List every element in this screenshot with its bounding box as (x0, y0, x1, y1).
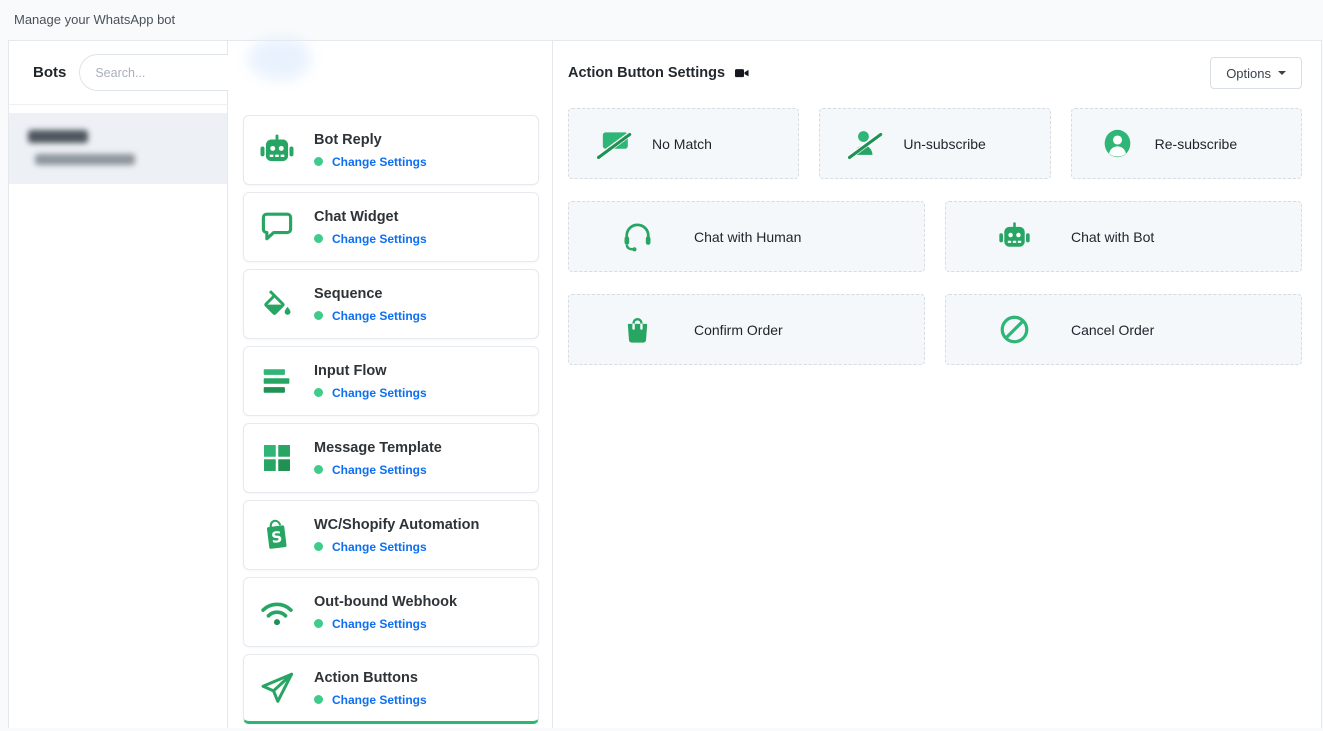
chevron-down-icon (1278, 71, 1286, 75)
list-bars-icon (258, 361, 302, 401)
status-dot-icon (314, 542, 323, 551)
action-button-grid: No Match Un-subscribe Re-subscribe Chat wit… (568, 108, 1302, 387)
bots-sidebar: Bots (8, 40, 228, 728)
svg-text:S: S (270, 528, 283, 547)
wifi-icon (258, 592, 302, 632)
change-settings-link[interactable]: Change Settings (332, 463, 427, 477)
options-button[interactable]: Options (1210, 57, 1302, 89)
status-dot-icon (314, 619, 323, 628)
status-dot-icon (314, 311, 323, 320)
action-button-label: No Match (652, 136, 712, 152)
change-settings-link[interactable]: Change Settings (332, 155, 427, 169)
action-button-label: Re-subscribe (1155, 136, 1237, 152)
change-settings-link[interactable]: Change Settings (332, 540, 427, 554)
headset-icon (620, 219, 655, 254)
feature-title: Out-bound Webhook (314, 594, 457, 610)
action-button-label: Un-subscribe (903, 136, 985, 152)
feature-card-message-template[interactable]: Message Template Change Settings (243, 423, 539, 493)
shopify-bag-icon: S (258, 515, 302, 555)
panel-title: Action Button Settings (568, 65, 725, 81)
feature-card-sequence[interactable]: Sequence Change Settings (243, 269, 539, 339)
action-button-chat-with-bot[interactable]: Chat with Bot (945, 201, 1302, 272)
page-title: Manage your WhatsApp bot (14, 0, 175, 40)
feature-card-input-flow[interactable]: Input Flow Change Settings (243, 346, 539, 416)
grid-icon (258, 438, 302, 478)
paint-bucket-icon (258, 284, 302, 324)
shopping-bag-icon (620, 312, 655, 347)
feature-title: Input Flow (314, 363, 427, 379)
sidebar-header: Bots (9, 41, 227, 105)
action-button-label: Confirm Order (694, 322, 783, 338)
bot-list-item-selected[interactable] (9, 113, 227, 184)
action-button-settings-panel: Action Button Settings Options No Match U… (553, 40, 1322, 728)
video-camera-icon[interactable] (734, 66, 750, 81)
robot-icon (997, 219, 1032, 254)
feature-card-wc-shopify-automation[interactable]: S WC/Shopify Automation Change Settings (243, 500, 539, 570)
top-header-bar: Manage your WhatsApp bot (0, 0, 1323, 40)
change-settings-link[interactable]: Change Settings (332, 309, 427, 323)
action-button-confirm-order[interactable]: Confirm Order (568, 294, 925, 365)
person-slash-icon (848, 126, 883, 161)
feature-card-action-buttons[interactable]: Action Buttons Change Settings (243, 654, 539, 724)
action-row-2: Chat with Human Chat with Bot (568, 201, 1302, 272)
feature-card-bot-reply[interactable]: Bot Reply Change Settings (243, 115, 539, 185)
feature-title: Sequence (314, 286, 427, 302)
action-row-3: Confirm Order Cancel Order (568, 294, 1302, 365)
change-settings-link[interactable]: Change Settings (332, 617, 427, 631)
feature-card-out-bound-webhook[interactable]: Out-bound Webhook Change Settings (243, 577, 539, 647)
features-column: Bot Reply Change Settings Chat Widget Chang… (228, 40, 553, 728)
action-row-1: No Match Un-subscribe Re-subscribe (568, 108, 1302, 179)
feature-title: Chat Widget (314, 209, 427, 225)
panel-header: Action Button Settings Options (553, 41, 1321, 108)
status-dot-icon (314, 388, 323, 397)
sidebar-title: Bots (33, 64, 66, 81)
feature-list: Bot Reply Change Settings Chat Widget Chang… (243, 115, 539, 731)
blurred-avatar (248, 38, 310, 80)
action-button-un-subscribe[interactable]: Un-subscribe (819, 108, 1050, 179)
options-button-label: Options (1226, 66, 1271, 81)
status-dot-icon (314, 157, 323, 166)
status-dot-icon (314, 695, 323, 704)
feature-card-chat-widget[interactable]: Chat Widget Change Settings (243, 192, 539, 262)
action-button-cancel-order[interactable]: Cancel Order (945, 294, 1302, 365)
status-dot-icon (314, 465, 323, 474)
action-button-no-match[interactable]: No Match (568, 108, 799, 179)
feature-title: Bot Reply (314, 132, 427, 148)
action-button-label: Chat with Bot (1071, 229, 1154, 245)
status-dot-icon (314, 234, 323, 243)
redacted-bot-phone (35, 154, 135, 165)
chat-bubble-icon (258, 207, 302, 247)
person-circle-icon (1100, 126, 1135, 161)
action-button-label: Chat with Human (694, 229, 801, 245)
change-settings-link[interactable]: Change Settings (332, 693, 427, 707)
change-settings-link[interactable]: Change Settings (332, 386, 427, 400)
chat-slash-icon (597, 126, 632, 161)
feature-title: Message Template (314, 440, 442, 456)
action-button-re-subscribe[interactable]: Re-subscribe (1071, 108, 1302, 179)
robot-icon (258, 130, 302, 170)
feature-title: WC/Shopify Automation (314, 517, 479, 533)
change-settings-link[interactable]: Change Settings (332, 232, 427, 246)
action-button-chat-with-human[interactable]: Chat with Human (568, 201, 925, 272)
paper-plane-icon (258, 668, 302, 708)
action-button-label: Cancel Order (1071, 322, 1154, 338)
slash-circle-icon (997, 312, 1032, 347)
redacted-bot-name (28, 130, 88, 143)
feature-title: Action Buttons (314, 670, 427, 686)
